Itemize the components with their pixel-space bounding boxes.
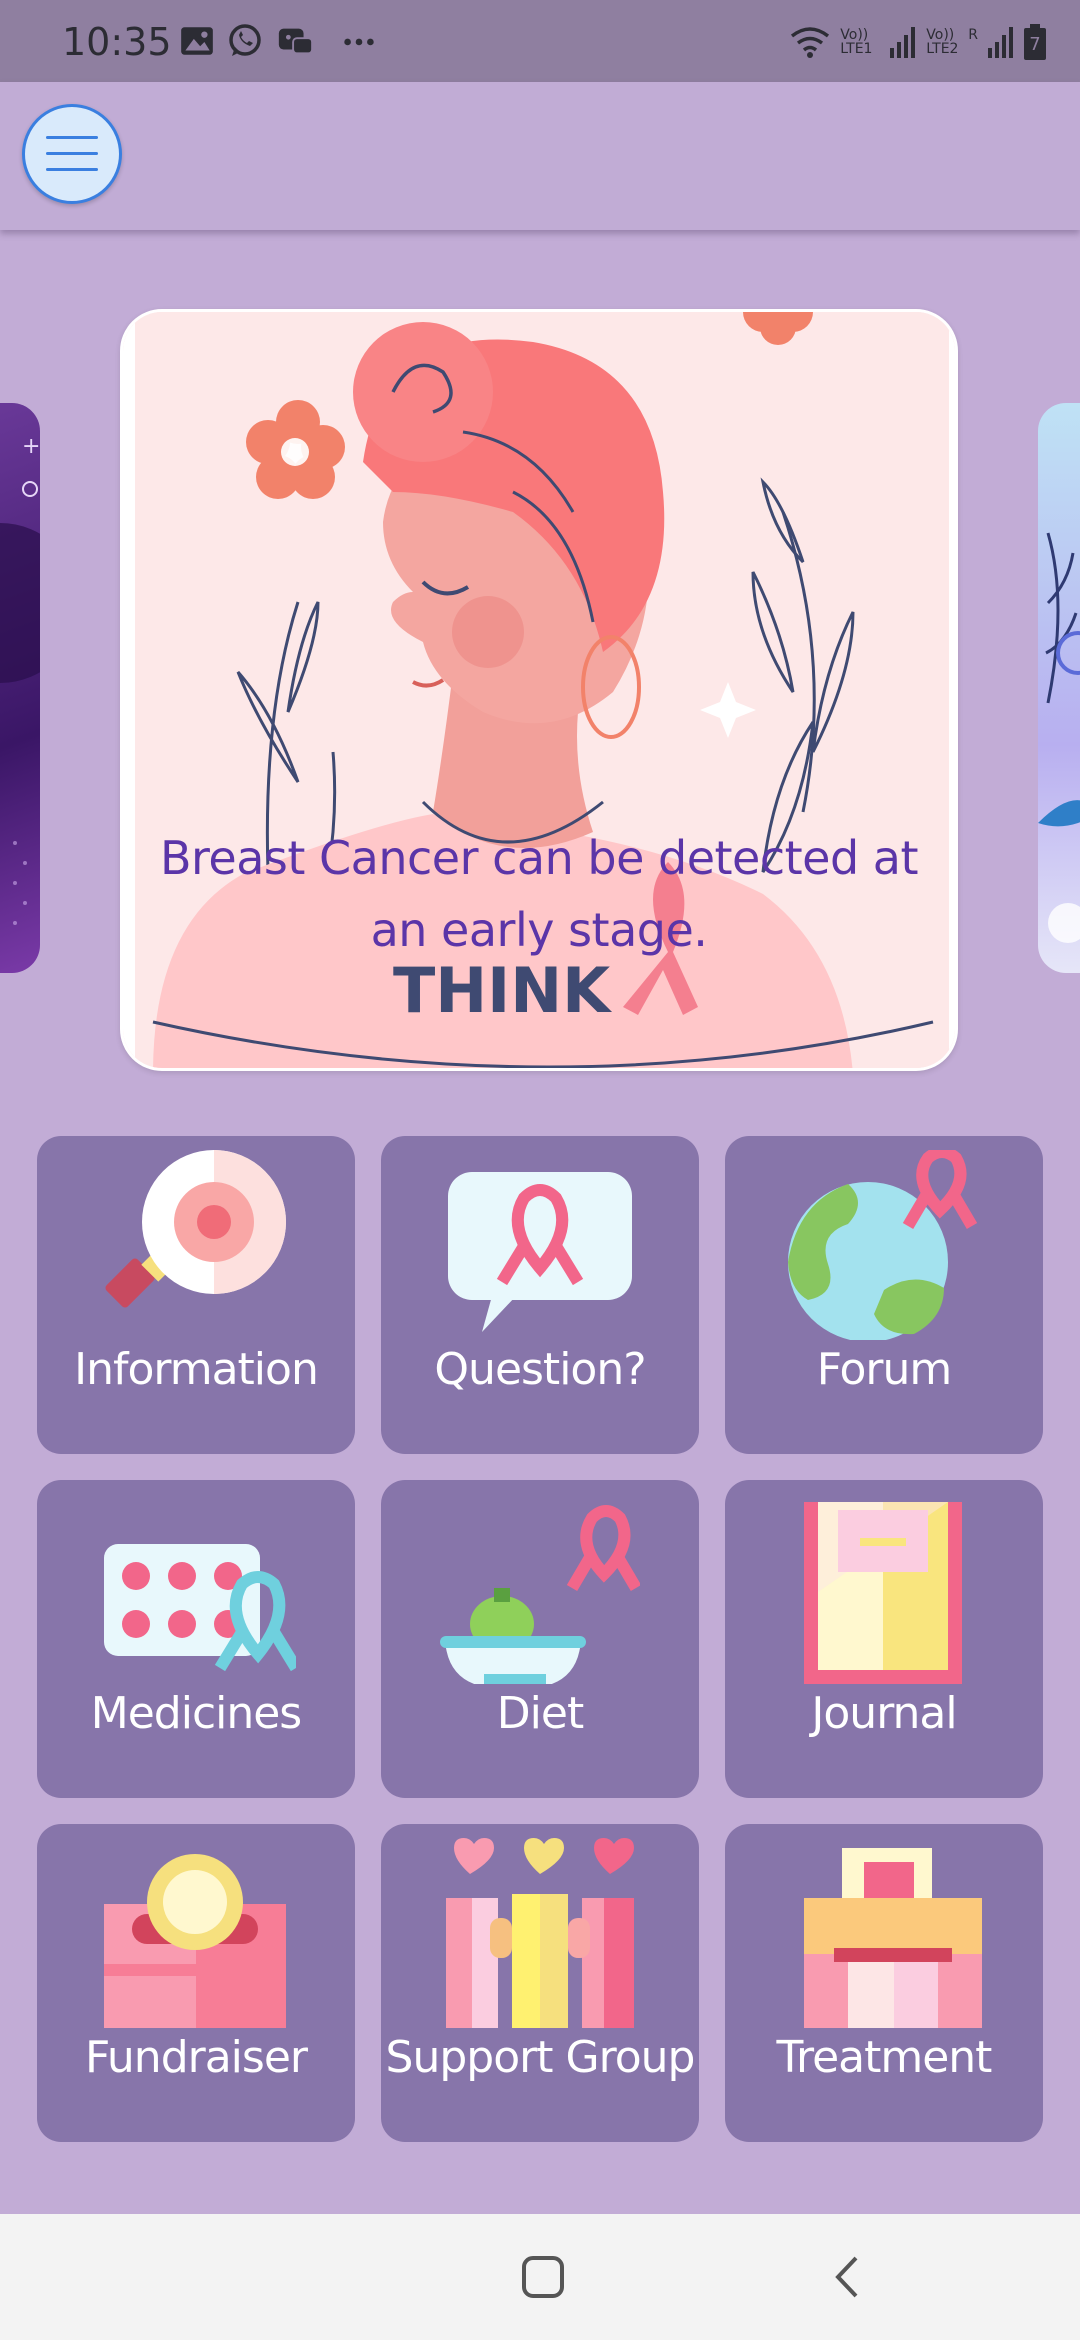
carousel-previous-card[interactable]: + bbox=[0, 403, 40, 973]
tile-treatment[interactable]: Treatment bbox=[725, 1824, 1043, 2142]
back-chevron-icon[interactable] bbox=[830, 2254, 864, 2300]
tile-question[interactable]: Question? bbox=[381, 1136, 699, 1454]
sim1-label: Vo)) LTE1 bbox=[840, 27, 873, 57]
svg-text:+: + bbox=[22, 434, 40, 459]
battery-icon: 7 bbox=[1024, 24, 1046, 60]
tile-fundraiser[interactable]: Fundraiser bbox=[37, 1824, 355, 2142]
tile-label: Question? bbox=[434, 1344, 646, 1395]
status-right-group: Vo)) LTE1 Vo)) LTE2 R 7 bbox=[788, 22, 1046, 62]
speech-bubble-ribbon-icon bbox=[448, 1172, 632, 1332]
food-bowl-icon bbox=[440, 1505, 640, 1684]
roaming-indicator: R bbox=[968, 27, 978, 43]
tile-journal[interactable]: Journal bbox=[725, 1480, 1043, 1798]
tile-diet[interactable]: Diet bbox=[381, 1480, 699, 1798]
notebook-icon bbox=[804, 1502, 962, 1684]
system-nav-bar bbox=[0, 2214, 1080, 2340]
wifi-icon bbox=[791, 27, 830, 58]
image-icon bbox=[181, 27, 213, 55]
tile-label: Support Group bbox=[385, 2032, 696, 2083]
carousel-next-card[interactable] bbox=[1038, 403, 1080, 973]
tile-support-group[interactable]: Support Group bbox=[381, 1824, 699, 2142]
app-bar bbox=[0, 82, 1080, 230]
tile-label: Diet bbox=[496, 1688, 584, 1739]
more-dots-icon bbox=[344, 38, 374, 46]
game-controller-icon bbox=[278, 28, 314, 55]
tile-label: Information bbox=[74, 1344, 319, 1395]
hospital-icon bbox=[804, 1848, 982, 2028]
image-carousel[interactable]: + THINK Breast Cancer can be detected at… bbox=[0, 300, 1080, 1080]
tile-label: Medicines bbox=[90, 1688, 302, 1739]
status-bar: 10:35 Vo)) LTE1 Vo)) LTE2 R 7 bbox=[0, 0, 1080, 82]
people-hearts-icon bbox=[446, 1838, 634, 2028]
caption-line-2: an early stage. bbox=[370, 903, 708, 957]
carousel-current-card[interactable]: THINK Breast Cancer can be detected at a… bbox=[120, 309, 958, 1071]
tile-forum[interactable]: Forum bbox=[725, 1136, 1043, 1454]
whatsapp-icon bbox=[229, 24, 261, 56]
carousel-caption: Breast Cancer can be detected at an earl… bbox=[123, 822, 955, 966]
tile-label: Treatment bbox=[776, 2032, 993, 2083]
tile-label: Journal bbox=[811, 1688, 957, 1739]
battery-level: 7 bbox=[1029, 34, 1041, 55]
caption-line-1: Breast Cancer can be detected at bbox=[159, 831, 919, 885]
hamburger-menu-icon bbox=[46, 136, 98, 171]
tile-medicines[interactable]: Medicines bbox=[37, 1480, 355, 1798]
tile-label: Forum bbox=[816, 1344, 953, 1395]
status-time: 10:35 bbox=[62, 20, 172, 64]
sim2-label: Vo)) LTE2 bbox=[926, 27, 959, 57]
magnifier-icon bbox=[105, 1150, 286, 1308]
signal-sim2-icon bbox=[988, 27, 1013, 58]
tile-information[interactable]: Information bbox=[37, 1136, 355, 1454]
globe-ribbon-icon bbox=[788, 1150, 978, 1340]
menu-button[interactable] bbox=[22, 104, 122, 204]
home-square-icon[interactable] bbox=[520, 2254, 566, 2300]
pill-pack-icon bbox=[104, 1544, 296, 1672]
signal-sim1-icon bbox=[890, 27, 916, 58]
donation-box-icon bbox=[104, 1854, 286, 2028]
tile-label: Fundraiser bbox=[85, 2032, 308, 2083]
